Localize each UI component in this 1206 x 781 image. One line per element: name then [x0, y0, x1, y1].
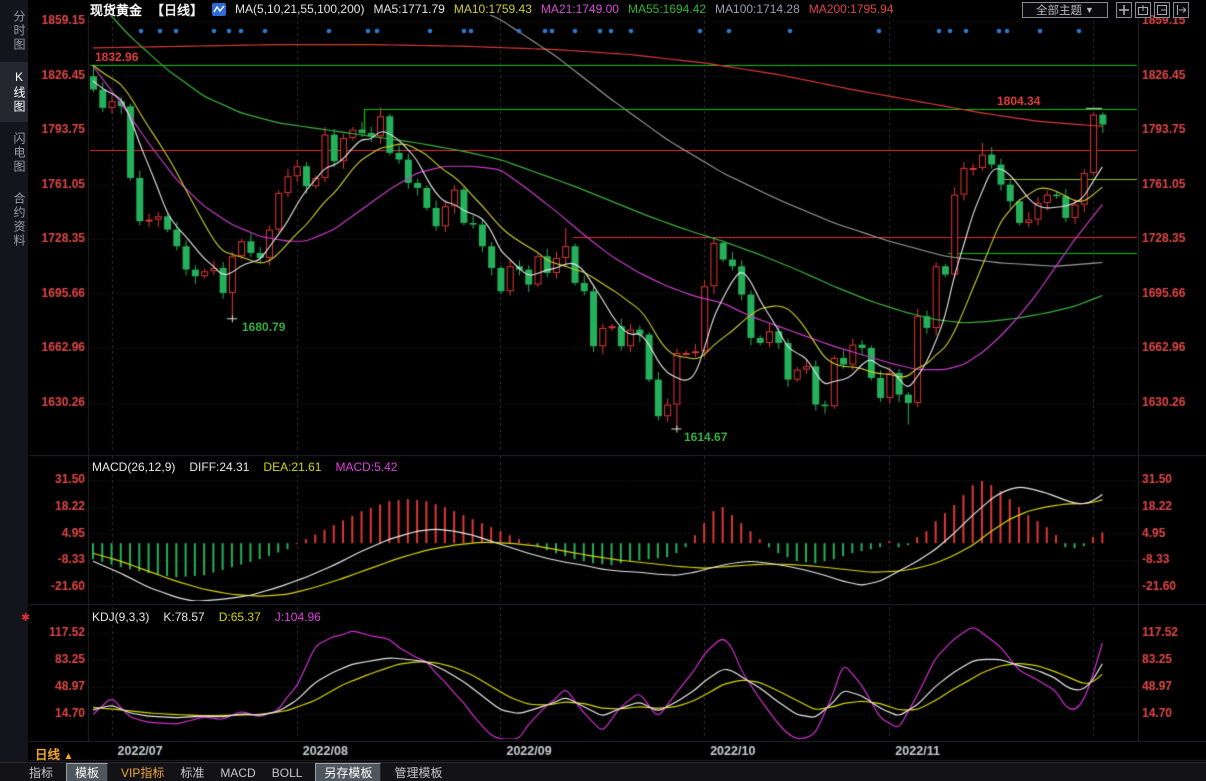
chart-type-icon[interactable]	[212, 3, 226, 16]
ma55-value: MA55:1694.42	[628, 2, 706, 16]
macd-header: MACD(26,12,9) DIFF:24.31 DEA:21.61 MACD:…	[92, 460, 397, 474]
indicator-marker-icon[interactable]: ✱	[21, 611, 30, 624]
price-annotation-1804: 1804.34	[997, 94, 1040, 108]
tab-template[interactable]: 模板	[66, 763, 108, 781]
dea-value: DEA:21.61	[263, 460, 321, 474]
j-value: J:104.96	[275, 610, 321, 624]
app-root: 分时图 K线图 闪电图 合约资料 现货黄金 【日线】 MA(5,10,21,55…	[0, 0, 1206, 781]
ma10-value: MA10:1759.43	[454, 2, 532, 16]
price-annotation-1680: 1680.79	[242, 320, 285, 334]
theme-dropdown-label: 全部主题	[1036, 2, 1082, 18]
period-label: 【日线】	[151, 0, 203, 19]
chart-canvas[interactable]	[0, 0, 1206, 781]
tab-boll[interactable]: BOLL	[269, 766, 306, 780]
pane-expand-icon[interactable]	[1135, 2, 1151, 18]
tab-save-as-template[interactable]: 另存模板	[315, 763, 381, 781]
tab-manage-template[interactable]: 管理模板	[391, 764, 445, 781]
period-selector[interactable]: 日线 ▲	[35, 744, 73, 763]
kdj-params-label: KDJ(9,3,3)	[92, 610, 149, 624]
macd-value: MACD:5.42	[335, 460, 397, 474]
tab-vip-indicators[interactable]: VIP指标	[118, 764, 167, 781]
triangle-up-icon: ▲	[64, 751, 74, 762]
kdj-header: KDJ(9,3,3) K:78.57 D:65.37 J:104.96	[92, 610, 321, 624]
pane-split-icon[interactable]	[1154, 2, 1170, 18]
tab-macd[interactable]: MACD	[217, 766, 258, 780]
period-selector-label: 日线	[35, 748, 60, 762]
tab-standard[interactable]: 标准	[177, 764, 207, 781]
bottom-tab-bar: 指标 模板 VIP指标 标准 MACD BOLL 另存模板 管理模板	[0, 762, 1206, 781]
collapse-right-icon[interactable]	[1173, 2, 1189, 18]
ma100-value: MA100:1714.28	[715, 2, 800, 16]
k-value: K:78.57	[163, 610, 204, 624]
sidebar-item-time-chart[interactable]: 分时图	[0, 2, 28, 60]
chevron-down-icon: ▼	[1085, 5, 1094, 15]
price-annotation-1614: 1614.67	[684, 430, 727, 444]
ma5-value: MA5:1771.79	[373, 2, 444, 16]
sidebar-item-kline-chart[interactable]: K线图	[0, 62, 28, 122]
symbol-name: 现货黄金	[90, 0, 142, 19]
sidebar: 分时图 K线图 闪电图 合约资料	[0, 0, 29, 762]
sidebar-item-contract-info[interactable]: 合约资料	[0, 184, 28, 256]
crosshair-icon[interactable]	[1116, 2, 1132, 18]
ma21-value: MA21:1749.00	[541, 2, 619, 16]
theme-dropdown-button[interactable]: 全部主题 ▼	[1022, 2, 1108, 18]
ma-params-label: MA(5,10,21,55,100,200)	[235, 2, 364, 16]
sidebar-item-lightning-chart[interactable]: 闪电图	[0, 124, 28, 182]
chart-toolbar	[1116, 2, 1189, 18]
ma200-value: MA200:1795.94	[809, 2, 894, 16]
macd-params-label: MACD(26,12,9)	[92, 460, 175, 474]
price-annotation-1832: 1832.96	[95, 50, 138, 64]
diff-value: DIFF:24.31	[189, 460, 249, 474]
tab-indicators[interactable]: 指标	[26, 764, 56, 781]
d-value: D:65.37	[219, 610, 261, 624]
chart-header: 现货黄金 【日线】 MA(5,10,21,55,100,200) MA5:177…	[90, 1, 894, 17]
